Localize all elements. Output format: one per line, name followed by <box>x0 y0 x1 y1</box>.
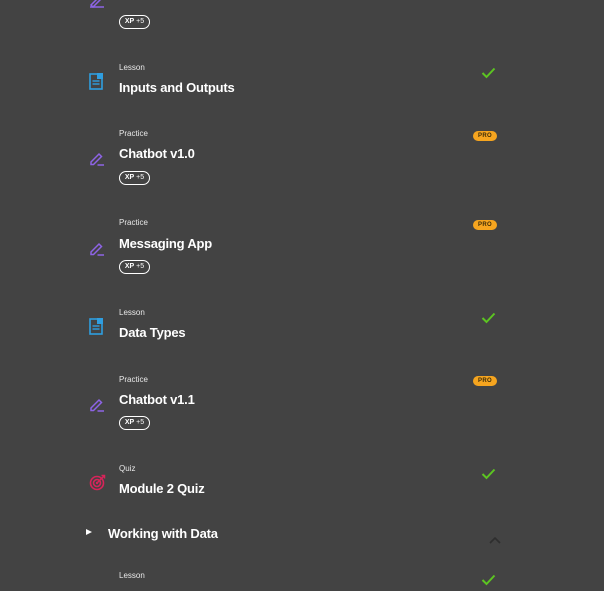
check-icon <box>481 66 496 79</box>
practice-pencil-icon <box>89 240 105 258</box>
xp-badge: XP +5 <box>119 15 150 29</box>
xp-bonus: +5 <box>136 263 145 270</box>
item-title[interactable]: Inputs and Outputs <box>119 80 235 96</box>
item-kind-label: Lesson <box>119 308 145 317</box>
item-title[interactable]: Chatbot v1.1 <box>119 392 195 408</box>
chevron-up-icon[interactable] <box>489 531 501 544</box>
item-kind-label: Lesson <box>119 63 145 72</box>
play-arrow-icon <box>86 529 92 535</box>
item-kind-label: Practice <box>119 375 148 384</box>
check-icon <box>481 311 496 324</box>
module-section-header[interactable]: Working with Data <box>0 522 604 546</box>
lesson-document-icon <box>89 318 105 336</box>
xp-bonus: +5 <box>136 174 145 181</box>
pro-badge: PRO <box>473 220 497 230</box>
item-kind-label: Lesson <box>119 571 145 580</box>
item-kind-label: Quiz <box>119 464 136 473</box>
xp-badge: XP +5 <box>119 416 150 430</box>
xp-bonus: +5 <box>136 18 145 25</box>
check-icon <box>481 467 496 480</box>
practice-pencil-icon <box>89 396 105 414</box>
pro-badge: PRO <box>473 131 497 141</box>
xp-label: XP <box>124 419 135 426</box>
check-icon <box>481 573 496 586</box>
item-title[interactable]: Chatbot v1.0 <box>119 146 195 162</box>
practice-pencil-icon <box>89 150 105 168</box>
xp-label: XP <box>124 18 135 25</box>
item-kind-label: Practice <box>119 129 148 138</box>
item-title[interactable]: Data Types <box>119 325 186 341</box>
xp-badge: XP +5 <box>119 171 150 185</box>
item-kind-label: Practice <box>119 218 148 227</box>
xp-label: XP <box>124 174 135 181</box>
xp-badge: XP +5 <box>119 260 150 274</box>
practice-pencil-icon <box>89 0 105 10</box>
pro-badge: PRO <box>473 376 497 386</box>
xp-bonus: +5 <box>136 419 145 426</box>
item-title[interactable]: Messaging App <box>119 236 212 252</box>
item-title[interactable]: Module 2 Quiz <box>119 481 205 497</box>
xp-label: XP <box>124 263 135 270</box>
section-title: Working with Data <box>108 526 218 541</box>
lesson-document-icon <box>89 73 105 91</box>
quiz-target-icon <box>89 474 106 492</box>
